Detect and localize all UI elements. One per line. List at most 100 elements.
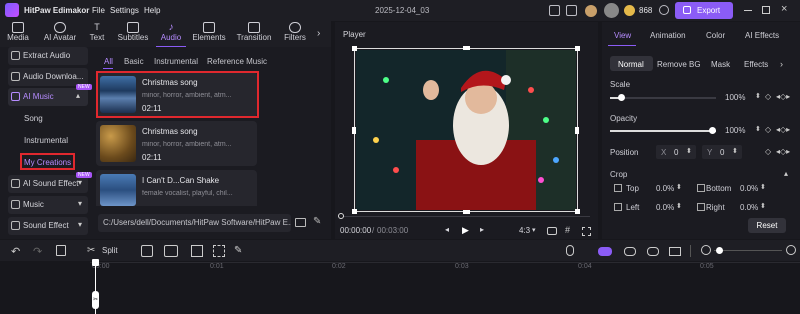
next-frame-icon[interactable]: ▸ (480, 225, 484, 234)
fullscreen-icon[interactable] (582, 227, 591, 236)
scissors-icon[interactable]: ✂ (87, 245, 99, 257)
menu-file[interactable]: File (92, 6, 105, 15)
chevron-right-icon[interactable]: › (780, 59, 783, 69)
video-bounding-box[interactable] (354, 48, 578, 212)
delete-icon[interactable] (56, 245, 66, 256)
crop-left-value[interactable]: 0.0% (656, 203, 674, 212)
stepper-icon[interactable]: ⬍ (755, 125, 761, 133)
close-icon[interactable]: × (781, 3, 787, 15)
grid-icon[interactable]: # (565, 225, 570, 235)
tab-media[interactable]: Media (4, 21, 32, 47)
link-toggle-icon[interactable] (598, 247, 612, 256)
screen-icon[interactable] (566, 5, 577, 16)
stepper-icon[interactable]: ⬍ (760, 202, 766, 210)
resize-handle[interactable] (352, 127, 356, 134)
playhead-top[interactable] (92, 259, 99, 266)
stepper-icon[interactable]: ⬍ (760, 183, 766, 191)
extract-audio-button[interactable]: Extract Audio (8, 47, 88, 65)
subtab-instrumental[interactable]: Instrumental (154, 57, 198, 66)
aspect-ratio-select[interactable]: 4:3 (519, 226, 530, 235)
keyframe-icon[interactable]: ◇ (765, 147, 771, 156)
tab-ai-effects[interactable]: AI Effects (745, 31, 779, 40)
stepper-icon[interactable]: ⬍ (676, 202, 682, 210)
resize-handle[interactable] (352, 209, 357, 214)
edit-icon[interactable]: ✎ (313, 216, 321, 227)
menu-help[interactable]: Help (144, 6, 160, 15)
music-item[interactable]: Music ▾ (8, 196, 88, 214)
resize-handle[interactable] (575, 46, 580, 51)
keyframe-icon[interactable]: ◇ (765, 125, 771, 134)
shield-icon[interactable] (141, 245, 153, 257)
menu-settings[interactable]: Settings (110, 6, 139, 15)
resize-handle[interactable] (463, 46, 470, 50)
sidebar-item-my-creations[interactable]: My Creations (24, 158, 71, 167)
zoom-in-icon[interactable] (786, 245, 796, 255)
tab-subtitles[interactable]: Subtitles (113, 21, 153, 47)
crop-tool-icon[interactable] (191, 245, 203, 257)
tab-color[interactable]: Color (706, 31, 725, 40)
scale-slider-knob[interactable] (618, 94, 625, 101)
keyframe-nav-icon[interactable]: ◂◇▸ (776, 125, 790, 134)
subtab-basic[interactable]: Basic (124, 57, 144, 66)
zoom-slider-track[interactable] (714, 250, 782, 251)
subtab-normal[interactable]: Normal (618, 60, 644, 69)
tab-transition[interactable]: Transition (233, 21, 275, 47)
position-y-field[interactable]: Y 0 ⬍ (702, 145, 742, 159)
ai-music-item[interactable]: AI Music ▴ (8, 88, 88, 106)
keyframe-nav-icon[interactable]: ◂◇▸ (776, 92, 790, 101)
reset-button[interactable]: Reset (748, 218, 786, 233)
keyframe-nav-icon[interactable]: ◂◇▸ (776, 147, 790, 156)
subtab-effects[interactable]: Effects (744, 60, 768, 69)
position-x-field[interactable]: X 0 ⬍ (656, 145, 696, 159)
snap-icon[interactable] (647, 247, 659, 256)
tab-view[interactable]: View (614, 31, 631, 40)
playback-track[interactable] (340, 216, 590, 217)
tab-animation[interactable]: Animation (650, 31, 686, 40)
tab-elements[interactable]: Elements (190, 21, 228, 47)
resize-handle[interactable] (575, 127, 579, 134)
export-button[interactable]: Export (675, 2, 733, 19)
chain-icon[interactable] (624, 247, 636, 256)
scale-slider-track[interactable] (610, 94, 716, 101)
opacity-slider-track[interactable] (610, 127, 716, 134)
tab-ai-avatar[interactable]: AI Avatar (38, 21, 82, 47)
stepper-icon[interactable]: ⬍ (676, 183, 682, 191)
folder-icon[interactable] (295, 218, 306, 227)
list-item[interactable]: I Can't D...Can Shake female vocalist, p… (96, 170, 257, 206)
redo-icon[interactable]: ↷ (33, 245, 45, 258)
scale-value[interactable]: 100% (725, 93, 745, 102)
subtab-reference-music[interactable]: Reference Music (207, 57, 267, 66)
split-label[interactable]: Split (102, 246, 118, 255)
tab-audio[interactable]: ♪ Audio (156, 21, 186, 47)
opacity-value[interactable]: 100% (725, 126, 745, 135)
chevron-right-icon[interactable]: › (317, 28, 320, 39)
crop-top-value[interactable]: 0.0% (656, 184, 674, 193)
zoom-slider-knob[interactable] (716, 247, 723, 254)
fit-icon[interactable] (669, 247, 681, 256)
scissors-marker-icon[interactable]: ✂ (92, 291, 99, 309)
coin-add-icon[interactable] (659, 5, 669, 15)
opacity-slider-knob[interactable] (709, 127, 716, 134)
resize-handle[interactable] (463, 210, 470, 214)
subtab-mask[interactable]: Mask (711, 60, 730, 69)
play-icon[interactable]: ▶ (462, 225, 469, 236)
monitor-icon[interactable] (549, 5, 560, 16)
subtab-remove-bg[interactable]: Remove BG (657, 60, 701, 69)
timeline[interactable] (0, 261, 800, 314)
transform-icon[interactable] (213, 245, 225, 257)
crop-bottom-value[interactable]: 0.0% (740, 184, 758, 193)
prev-frame-icon[interactable]: ◂ (445, 225, 449, 234)
tab-filters[interactable]: Filters (280, 21, 310, 47)
text-tool-icon[interactable] (164, 245, 178, 257)
save-path-field[interactable]: C:/Users/dell/Documents/HitPaw Software/… (98, 214, 291, 232)
sidebar-item-instrumental[interactable]: Instrumental (24, 136, 68, 145)
user-avatar[interactable] (604, 3, 619, 18)
resize-handle[interactable] (575, 209, 580, 214)
playback-head[interactable] (338, 213, 344, 219)
keyframe-icon[interactable]: ◇ (765, 92, 771, 101)
sidebar-item-song[interactable]: Song (24, 114, 43, 123)
resize-handle[interactable] (352, 46, 357, 51)
crop-right-value[interactable]: 0.0% (740, 203, 758, 212)
list-item[interactable]: Christmas song minor, horror, ambient, a… (96, 121, 257, 166)
tab-text[interactable]: T Text (84, 21, 110, 47)
